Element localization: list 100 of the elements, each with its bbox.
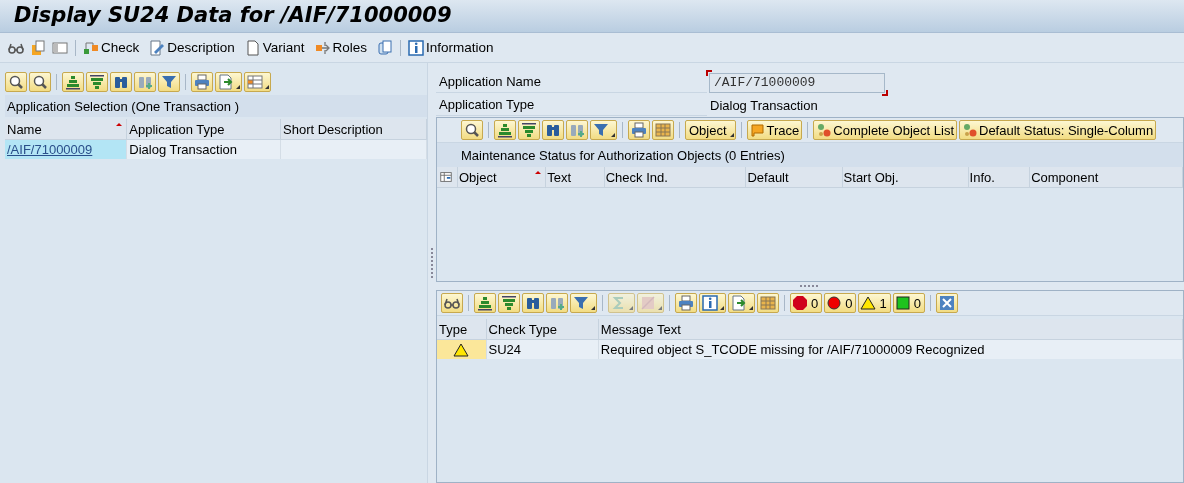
- column-header[interactable]: Object: [457, 167, 546, 188]
- magnifier-button[interactable]: [5, 72, 27, 92]
- binoculars-icon: [113, 74, 129, 90]
- magnifier-icon: [8, 74, 24, 90]
- grid-icon: [655, 122, 671, 138]
- status-filter-button[interactable]: 0: [824, 293, 857, 313]
- toolbar-button[interactable]: Information: [406, 39, 500, 56]
- column-header[interactable]: Default: [745, 167, 843, 188]
- binoculars-icon: [545, 122, 561, 138]
- column-header[interactable]: Component: [1029, 167, 1183, 188]
- information-icon: [702, 295, 718, 311]
- filter-button[interactable]: [590, 120, 617, 140]
- error-icon: [826, 295, 843, 311]
- menu-button[interactable]: Object: [685, 120, 736, 140]
- column-header[interactable]: Name: [5, 119, 127, 140]
- information-button[interactable]: [699, 293, 726, 313]
- export-button[interactable]: [215, 72, 242, 92]
- filter-button[interactable]: [570, 293, 597, 313]
- sort-descending-icon: [501, 295, 517, 311]
- sort-ascending-icon: [65, 74, 81, 90]
- column-header[interactable]: Check Type: [486, 319, 599, 340]
- circles-icon: [962, 122, 978, 138]
- toolbar-button[interactable]: Trace: [746, 120, 803, 140]
- filter-button[interactable]: [158, 72, 180, 92]
- toolbar-button[interactable]: Variant: [242, 39, 311, 56]
- sort-ascending-button[interactable]: [494, 120, 516, 140]
- column-header[interactable]: Type: [437, 319, 487, 340]
- printer-button[interactable]: [628, 120, 650, 140]
- sort-ascending-icon: [477, 295, 493, 311]
- toolbar-button[interactable]: Default Status: Single-Column: [959, 120, 1157, 140]
- export-button[interactable]: [728, 293, 755, 313]
- magnifier-button[interactable]: [461, 120, 483, 140]
- warning-icon: [860, 295, 877, 311]
- close-button[interactable]: [935, 293, 958, 313]
- column-header[interactable]: Short Description: [280, 119, 427, 140]
- grid-icon: [760, 295, 776, 311]
- column-header[interactable]: Application Type: [126, 119, 281, 140]
- field-value: Dialog Transaction: [709, 98, 818, 113]
- sort-ascending-icon: [497, 122, 513, 138]
- magnifier-button[interactable]: [29, 72, 51, 92]
- binoculars-button[interactable]: [542, 120, 564, 140]
- success-icon: [894, 295, 911, 311]
- column-header[interactable]: Info.: [968, 167, 1030, 188]
- toolbar-button[interactable]: Complete Object List: [813, 120, 957, 140]
- binoculars-plus-button[interactable]: [566, 120, 588, 140]
- filter-icon: [573, 295, 589, 311]
- status-filter-button[interactable]: 1: [858, 293, 891, 313]
- column-settings-button[interactable]: [437, 167, 458, 188]
- printer-button[interactable]: [675, 293, 697, 313]
- sort-descending-button[interactable]: [518, 120, 540, 140]
- grid-button[interactable]: [757, 293, 779, 313]
- export-icon: [218, 74, 234, 90]
- toolbar-button[interactable]: Check: [81, 39, 146, 56]
- link[interactable]: /AIF/71000009: [5, 139, 127, 159]
- input-field[interactable]: /AIF/71000009: [709, 72, 885, 93]
- binoculars-plus-button[interactable]: [546, 293, 568, 313]
- printer-icon: [194, 74, 210, 90]
- binoculars-plus-button[interactable]: [134, 72, 156, 92]
- pages-icon: [30, 39, 46, 56]
- layout-icon: [247, 74, 263, 90]
- column-header[interactable]: Start Obj.: [842, 167, 969, 188]
- hierarchy-icon: [83, 39, 99, 56]
- printer-button[interactable]: [191, 72, 213, 92]
- arrow-icon: [314, 39, 331, 56]
- window-title: Display SU24 Data for /AIF/71000009: [13, 2, 453, 27]
- sort-ascending-button[interactable]: [474, 293, 496, 313]
- column-header[interactable]: Text: [545, 167, 605, 188]
- field-label: Application Type: [436, 95, 707, 116]
- window-icon: [52, 39, 68, 56]
- column-header[interactable]: Check Ind.: [604, 167, 746, 188]
- status-filter-button[interactable]: 0: [790, 293, 823, 313]
- layout-button[interactable]: [244, 72, 271, 92]
- export-icon: [731, 295, 747, 311]
- information-icon: [408, 39, 425, 56]
- sort-descending-icon: [89, 74, 105, 90]
- grid-title: Maintenance Status for Authorization Objects (0 Entries): [437, 143, 1183, 167]
- close-icon: [938, 295, 955, 311]
- sort-descending-button[interactable]: [86, 72, 108, 92]
- filter-icon: [593, 122, 609, 138]
- binoculars-plus-icon: [137, 74, 153, 90]
- column-header[interactable]: Message Text: [598, 319, 1183, 340]
- sort-ascending-button[interactable]: [62, 72, 84, 92]
- binoculars-button[interactable]: [110, 72, 132, 92]
- printer-icon: [631, 122, 647, 138]
- sort-descending-icon: [521, 122, 537, 138]
- status-filter-button[interactable]: 0: [892, 293, 925, 313]
- binoculars-plus-icon: [569, 122, 585, 138]
- magnifier-icon: [464, 122, 480, 138]
- stop-icon: [792, 295, 808, 311]
- sort-descending-button[interactable]: [498, 293, 520, 313]
- panel-title: Application Selection (One Transaction ): [5, 95, 427, 117]
- binoculars-icon: [525, 295, 541, 311]
- binoculars-plus-icon: [549, 295, 565, 311]
- pencil-icon: [149, 39, 166, 56]
- filter-icon: [161, 74, 177, 90]
- toolbar-button[interactable]: Description: [147, 39, 241, 56]
- toolbar-button[interactable]: Roles: [312, 39, 374, 56]
- grid-button[interactable]: [652, 120, 674, 140]
- glasses-button[interactable]: [441, 293, 463, 313]
- binoculars-button[interactable]: [522, 293, 544, 313]
